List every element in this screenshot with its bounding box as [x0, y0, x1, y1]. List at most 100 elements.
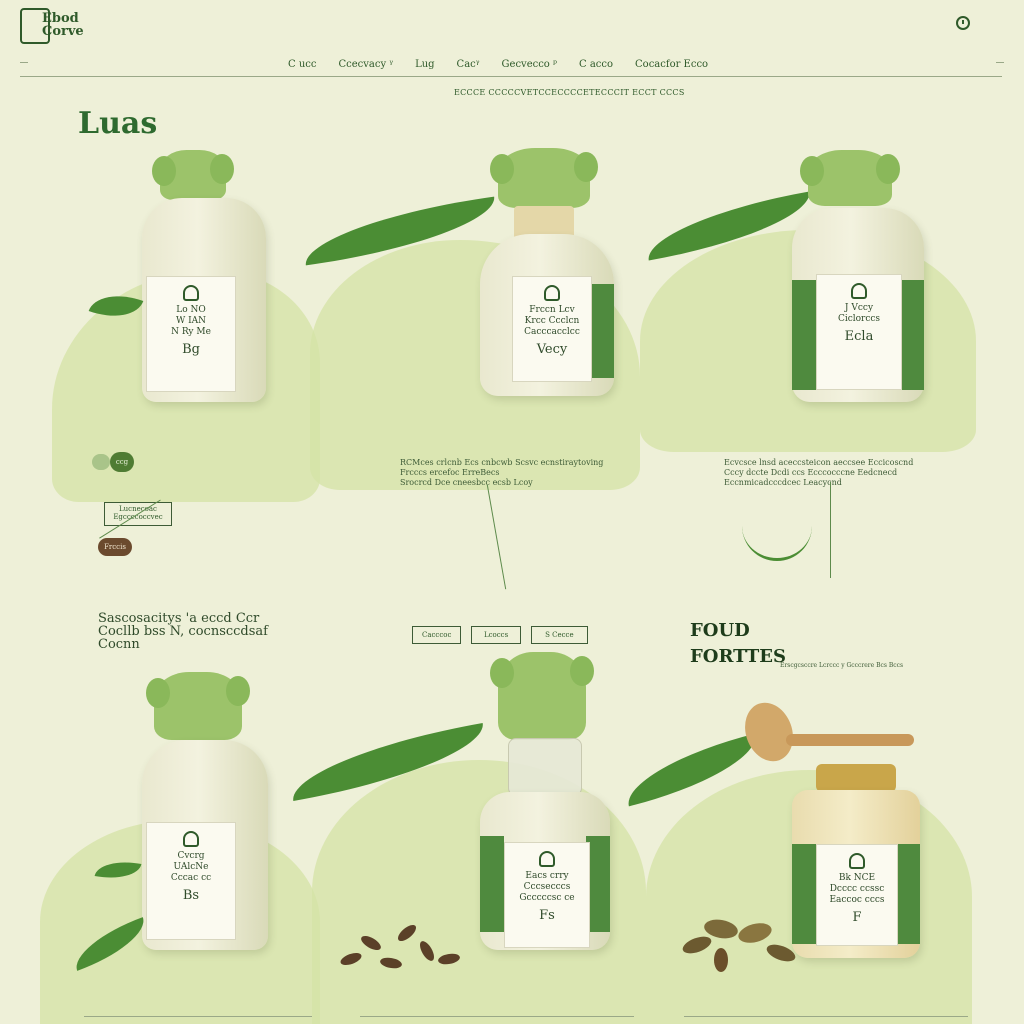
jar-band: [896, 844, 920, 944]
filter-tabs: Cacccoc Lcoccs S Cecce: [412, 626, 588, 646]
label-line: Ciclorccs: [837, 314, 881, 324]
divider: [84, 1016, 312, 1017]
label-value: Fs: [539, 908, 555, 923]
label-line: W IAN: [175, 316, 207, 326]
product-label: Cvcrg UAlcNe Cccac cc Bs: [146, 822, 236, 940]
seed: [358, 933, 384, 953]
label-line: J Vccy: [844, 303, 874, 313]
nav-item[interactable]: C ucc: [288, 59, 316, 70]
page-title: Luas: [78, 106, 158, 141]
seed-pile-icon: [338, 922, 480, 984]
brand-icon: [544, 285, 560, 301]
action-pill[interactable]: Frccis: [98, 538, 132, 556]
wooden-spoon-icon: [737, 694, 914, 769]
badge[interactable]: ccg: [110, 452, 134, 472]
product-description: RCMces crlcnb Ecs cnbcwb Scsvc ecnstiray…: [400, 458, 604, 487]
product-label: J Vccy Ciclorccs Ecla: [816, 274, 902, 390]
seed-pile-icon: [680, 914, 802, 978]
label-line: Gcccccsc ce: [519, 893, 575, 903]
divider: [20, 62, 28, 63]
jar-lid: [816, 764, 896, 792]
nav-divider: [20, 76, 1002, 77]
product-label: Eacs crry Cccsecccs Gcccccsc ce Fs: [504, 842, 590, 948]
label-value: Bs: [182, 888, 200, 903]
label-line: Cvcrg: [177, 851, 205, 861]
nav-item[interactable]: Cocacfor Ecco: [635, 59, 708, 70]
label-line: Eacs crry: [525, 871, 569, 881]
jar-band: [480, 836, 504, 932]
seed: [338, 950, 364, 968]
product-card[interactable]: J Vccy Ciclorccs Ecla: [790, 150, 926, 406]
jar-neck: [508, 738, 582, 796]
brand-icon: [183, 285, 199, 301]
product-card[interactable]: Frccn Lcv Krcc Ccclcn Cacccacclcc Vecy: [478, 148, 618, 400]
label-value: Vecy: [536, 342, 568, 357]
jar-band: [792, 280, 816, 390]
badge[interactable]: [92, 454, 110, 470]
seed: [395, 922, 419, 944]
filter-tab[interactable]: Cacccoc: [412, 626, 462, 644]
label-value: F: [852, 910, 862, 925]
nav-item[interactable]: Lug: [415, 59, 434, 70]
logo-text: Ebod Corve: [42, 11, 84, 39]
label-line: Cccsecccs: [523, 882, 571, 892]
seed: [714, 948, 728, 972]
seed: [764, 941, 798, 965]
product-card[interactable]: Lo NO W IAN N Ry Me Bg: [140, 150, 270, 410]
jar-band: [900, 280, 924, 390]
stem-decoration: [830, 482, 831, 578]
label-line: Cacccacclcc: [524, 327, 580, 337]
leaf-cluster-icon: [146, 672, 250, 740]
label-line: UAlcNe: [173, 862, 209, 872]
section-subtitle: Erscgcsccre Lcrccc y Gcccrere Bcs Bccs: [780, 662, 904, 669]
label-line: Bk NCE: [838, 873, 876, 883]
leaf-cluster-icon: [152, 150, 234, 200]
label-line: Eaccoc cccs: [829, 895, 885, 905]
label-value: Bg: [182, 342, 200, 357]
label-line: Lo NO: [176, 305, 206, 315]
nav-item[interactable]: C acco: [579, 59, 613, 70]
leaf-cluster-icon: [490, 652, 594, 740]
divider: [996, 62, 1004, 63]
nav-item[interactable]: Cacᵞ: [457, 59, 480, 70]
label-line: Krcc Ccclcn: [524, 316, 580, 326]
nav-item[interactable]: Gecvecco ᵖ: [502, 59, 557, 70]
filter-tab[interactable]: Lcoccs: [471, 626, 521, 644]
section-title: FOUD FORTTES: [690, 620, 786, 667]
main-nav: C ucc Ccecvacy ᵞ Lug Cacᵞ Gecvecco ᵖ C a…: [288, 54, 708, 74]
seed: [417, 938, 437, 964]
seed: [680, 933, 714, 957]
label-line: Dcccc ccssc: [829, 884, 885, 894]
product-label: Bk NCE Dcccc ccssc Eaccoc cccs F: [816, 844, 898, 946]
product-card[interactable]: Eacs crry Cccsecccs Gcccccsc ce Fs: [478, 652, 612, 954]
logo[interactable]: Ebod Corve: [20, 8, 92, 44]
nav-item[interactable]: Ccecvacy ᵞ: [338, 59, 393, 70]
jar-band: [590, 284, 614, 378]
label-line: Cccac cc: [170, 873, 212, 883]
brand-icon: [539, 851, 555, 867]
leaf-icon: [742, 508, 812, 561]
section-heading: Sascosacitys 'a eccd Ccr Cocllb bss N, c…: [98, 611, 268, 652]
leaf-cluster-icon: [490, 148, 598, 208]
divider: [360, 1016, 634, 1017]
tagline: ECCCE CCCCCVETCCECCCCETECCCIT ECCT CCCS: [454, 88, 685, 97]
product-card[interactable]: Bk NCE Dcccc ccssc Eaccoc cccs F: [790, 764, 922, 960]
label-line: N Ry Me: [171, 327, 211, 337]
product-label: Frccn Lcv Krcc Ccclcn Cacccacclcc Vecy: [512, 276, 592, 382]
brand-icon: [183, 831, 199, 847]
leaf-cluster-icon: [800, 150, 900, 206]
divider: [684, 1016, 968, 1017]
seed: [379, 956, 403, 970]
product-label: Lo NO W IAN N Ry Me Bg: [146, 276, 236, 392]
product-card[interactable]: Cvcrg UAlcNe Cccac cc Bs: [140, 672, 270, 956]
label-value: Ecla: [844, 329, 874, 344]
label-line: Frccn Lcv: [529, 305, 575, 315]
brand-icon: [851, 283, 867, 299]
product-description: Ecvcsce lnsd aceccsteicon aeccsee Eccico…: [724, 458, 914, 487]
clock-icon[interactable]: [956, 16, 970, 30]
stem-decoration: [486, 484, 507, 590]
badge-group: ccg: [92, 452, 136, 472]
filter-tab[interactable]: S Cecce: [530, 626, 588, 644]
seed: [437, 952, 461, 966]
seed: [736, 919, 774, 947]
